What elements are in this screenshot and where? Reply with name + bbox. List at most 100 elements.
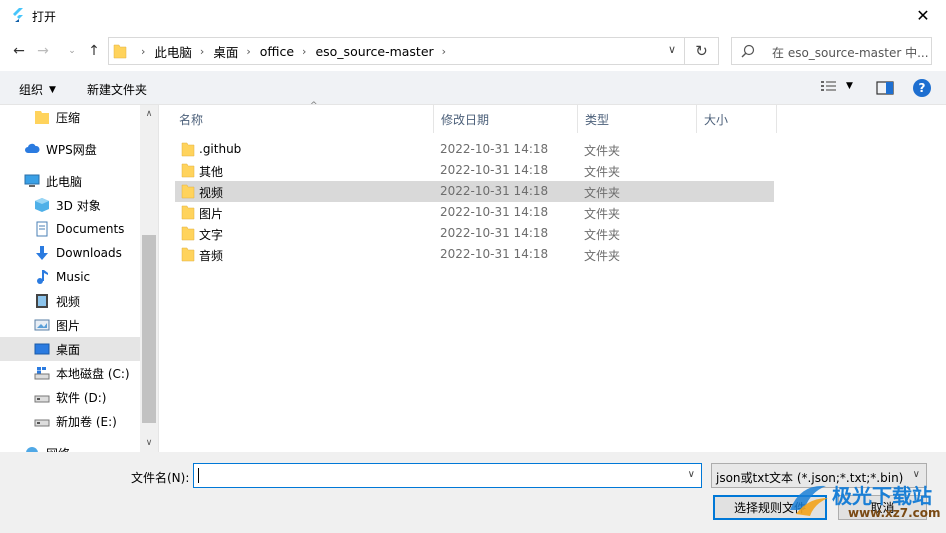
scroll-up-icon[interactable]: ∧ (140, 105, 158, 123)
file-name: .github (199, 142, 242, 156)
file-date: 2022-10-31 14:18 (440, 205, 549, 219)
folder-icon (113, 44, 127, 59)
sidebar-item-desktop[interactable]: 桌面 (0, 337, 140, 361)
up-button[interactable]: ↑ (84, 41, 104, 61)
folder-icon (181, 226, 195, 241)
cube-icon (35, 198, 49, 212)
file-row-selected[interactable]: 视频 2022-10-31 14:18 文件夹 (175, 181, 774, 202)
file-type: 文件夹 (584, 249, 621, 263)
search-icon (741, 44, 755, 58)
new-folder-label: 新建文件夹 (87, 83, 148, 97)
folder-icon (181, 205, 195, 220)
file-row[interactable]: 音频 2022-10-31 14:18 文件夹 (175, 244, 774, 265)
watermark-text: 极光下载站 (832, 484, 932, 508)
music-icon (37, 270, 48, 284)
watermark-logo-icon (790, 485, 828, 516)
chevron-right-icon: › (199, 44, 205, 58)
close-icon: ✕ (916, 6, 930, 25)
breadcrumb: › 此电脑 › 桌面 › office › eso_source-master … (133, 38, 455, 64)
file-type: 文件夹 (584, 228, 621, 242)
navigation-bar: ← → ⌄ ↑ › 此电脑 › 桌面 › office › eso_source… (0, 31, 946, 71)
sidebar-item-this-pc[interactable]: 此电脑 (0, 169, 140, 193)
flutter-app-icon (13, 8, 23, 22)
caret-down-icon: ▼ (49, 84, 56, 95)
sidebar-item-downloads[interactable]: Downloads (0, 241, 140, 265)
file-row[interactable]: 文字 2022-10-31 14:18 文件夹 (175, 223, 774, 244)
file-list: 名称 ^ 修改日期 类型 大小 .github 2022-10-31 14:18… (158, 101, 946, 452)
scroll-down-icon[interactable]: ∨ (140, 434, 158, 452)
video-icon (36, 294, 48, 308)
sidebar-item-3d-objects[interactable]: 3D 对象 (0, 193, 140, 217)
scrollbar-thumb[interactable] (142, 235, 156, 423)
site-watermark: 极光下载站 www.xz7.com (786, 478, 946, 530)
search-input[interactable]: 在 eso_source-master 中... (772, 44, 929, 61)
file-row[interactable]: .github 2022-10-31 14:18 文件夹 (175, 139, 774, 160)
file-row[interactable]: 其他 2022-10-31 14:18 文件夹 (175, 160, 774, 181)
drive-icon (34, 395, 50, 403)
download-icon (36, 246, 48, 260)
sidebar-item-drive-c[interactable]: 本地磁盘 (C:) (0, 361, 140, 385)
sidebar-item-drive-e[interactable]: 新加卷 (E:) (0, 409, 140, 433)
drive-icon (34, 419, 50, 427)
sidebar-item-drive-d[interactable]: 软件 (D:) (0, 385, 140, 409)
desktop-icon (34, 343, 50, 355)
file-name: 视频 (199, 186, 224, 200)
chevron-right-icon: › (141, 44, 146, 58)
sidebar-item-wps-cloud[interactable]: WPS网盘 (0, 137, 140, 161)
arrow-left-icon: ← (13, 43, 25, 59)
folder-icon (181, 163, 195, 178)
sidebar-item-music[interactable]: Music (0, 265, 140, 289)
breadcrumb-item[interactable]: office (260, 44, 294, 59)
chevron-down-icon[interactable]: ∨ (688, 469, 695, 480)
file-date: 2022-10-31 14:18 (440, 247, 549, 261)
forward-button[interactable]: → (33, 41, 53, 61)
sidebar-scrollbar[interactable]: ∧ ∨ (140, 105, 158, 452)
back-button[interactable]: ← (9, 41, 29, 61)
close-button[interactable]: ✕ (900, 0, 946, 31)
address-dropdown-icon[interactable]: ∨ (668, 43, 676, 56)
sidebar-item-documents[interactable]: Documents (0, 217, 140, 241)
file-type: 文件夹 (584, 186, 621, 200)
file-name: 音频 (199, 249, 224, 263)
file-date: 2022-10-31 14:18 (440, 226, 549, 240)
folder-icon (35, 111, 49, 124)
sidebar-item-pictures[interactable]: 图片 (0, 313, 140, 337)
column-header-size[interactable]: 大小 (697, 105, 777, 133)
organize-button[interactable]: 组织 ▼ (19, 81, 56, 98)
preview-pane-icon[interactable] (876, 80, 894, 96)
sidebar-item-compress[interactable]: 压缩 (0, 105, 140, 129)
file-name: 文字 (199, 228, 224, 242)
refresh-button[interactable]: ↻ (685, 37, 719, 65)
new-folder-button[interactable]: 新建文件夹 (87, 81, 147, 98)
column-header-date[interactable]: 修改日期 (434, 105, 578, 133)
file-type: 文件夹 (584, 207, 621, 221)
filename-label: 文件名(N): (131, 471, 190, 485)
file-date: 2022-10-31 14:18 (440, 142, 549, 156)
file-type: 文件夹 (584, 144, 621, 158)
column-header-name[interactable]: 名称 ^ (172, 101, 434, 133)
file-date: 2022-10-31 14:18 (440, 184, 549, 198)
file-row[interactable]: 图片 2022-10-31 14:18 文件夹 (175, 202, 774, 223)
file-date: 2022-10-31 14:18 (440, 163, 549, 177)
picture-icon (34, 319, 50, 331)
sidebar-item-network[interactable]: 网络 (0, 441, 140, 452)
folder-icon (181, 184, 195, 199)
column-header-type[interactable]: 类型 (578, 105, 697, 133)
search-box[interactable]: 在 eso_source-master 中... (731, 37, 932, 65)
chevron-right-icon: › (302, 44, 307, 58)
sidebar-item-videos[interactable]: 视频 (0, 289, 140, 313)
recent-locations-button[interactable]: ⌄ (62, 41, 82, 61)
title-bar: 打开 ✕ (0, 0, 946, 31)
document-icon (36, 221, 48, 237)
file-type: 文件夹 (584, 165, 621, 179)
breadcrumb-item[interactable]: 桌面 (213, 42, 238, 61)
filename-input[interactable]: ∨ (193, 463, 702, 488)
breadcrumb-item[interactable]: eso_source-master (315, 44, 433, 59)
address-bar[interactable]: › 此电脑 › 桌面 › office › eso_source-master … (108, 37, 685, 65)
breadcrumb-item[interactable]: 此电脑 (154, 42, 192, 61)
help-icon[interactable]: ? (913, 79, 931, 97)
folder-icon (181, 247, 195, 262)
refresh-icon: ↻ (695, 42, 708, 60)
navigation-pane: 压缩 WPS网盘 此电脑 3D 对象 Documents Downloads M… (0, 105, 158, 452)
change-view-button[interactable]: ▼ (820, 79, 853, 93)
